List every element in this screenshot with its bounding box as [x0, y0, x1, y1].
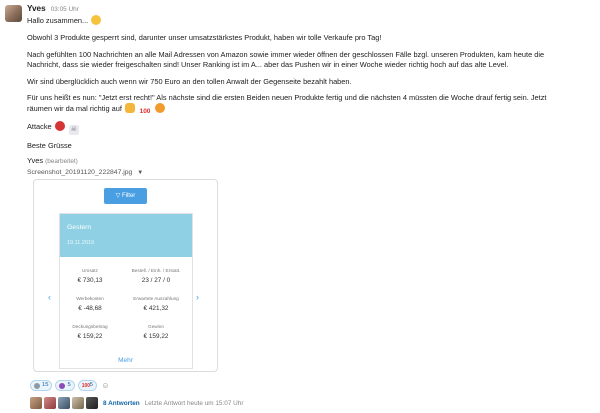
stat-label: Deckungsbeitrag — [72, 324, 108, 329]
card-date: 19.11.2019 — [67, 240, 95, 246]
stat-label: Erwartete Auszahlung — [133, 296, 179, 301]
paragraph-2: Nach gefühlten 100 Nachrichten an alle M… — [27, 50, 595, 70]
chevron-right-icon: › — [196, 292, 199, 302]
stats-card: Gestern 19.11.2019 Umsatz € 730,13 Beste… — [59, 213, 193, 369]
stat-value: € 421,32 — [143, 305, 169, 312]
add-reaction-icon[interactable]: ☺ — [100, 380, 111, 391]
reply-avatar — [72, 397, 84, 409]
muscle-emoji-icon — [124, 103, 135, 113]
message-timestamp[interactable]: 03:05 Uhr — [51, 6, 79, 13]
stat-value: € -48,68 — [78, 305, 102, 312]
paragraph-4-line-2: räumen wir da mal richtig auf 100 — [27, 103, 595, 117]
smile-emoji-icon — [91, 15, 102, 25]
chevron-left-icon: ‹ — [48, 292, 51, 302]
paragraph-4-line-1: Für uns heißt es nun: "Jetzt erst recht!… — [27, 93, 547, 102]
thread-summary[interactable]: 8 Antworten Letzte Antwort heute um 15:0… — [30, 397, 243, 409]
replies-link[interactable]: 8 Antworten — [103, 400, 140, 407]
attachment-row[interactable]: Screenshot_20191120_222847.jpg ▼ — [27, 168, 595, 177]
filter-button: ▽ Filter — [104, 188, 147, 204]
hundred-emoji-icon: 100 — [139, 108, 151, 115]
paragraph-1: Obwohl 3 Produkte gesperrt sind, darunte… — [27, 33, 382, 42]
caret-down-icon[interactable]: ▼ — [137, 170, 143, 176]
reaction-count: 15 — [42, 382, 49, 388]
author-name[interactable]: Yves — [27, 4, 46, 13]
greeting-text: Hallo zusammen... — [27, 16, 89, 25]
reaction-count: 5 — [67, 382, 71, 388]
signature-line: Yves (bearbeitet) — [27, 156, 595, 167]
reaction-devil[interactable]: 5 — [55, 380, 75, 391]
stat-label: Umsatz — [82, 268, 98, 273]
paragraph-2-line-1: Nach gefühlten 100 Nachrichten an alle M… — [27, 50, 545, 59]
paragraph-4: Für uns heißt es nun: "Jetzt erst recht!… — [27, 93, 595, 117]
stat-value: € 159,22 — [77, 333, 103, 340]
attachment-filename[interactable]: Screenshot_20191120_222847.jpg — [27, 169, 132, 176]
author-avatar[interactable] — [5, 5, 22, 22]
hundred-icon: 100 — [81, 382, 91, 389]
stat-label: Bestell. / Einh. / Erstatt. — [131, 268, 181, 273]
attacke-text: Attacke — [27, 122, 52, 131]
skull-emoji-icon: ☠ — [68, 125, 79, 135]
paragraph-3: Wir sind überglücklich auch wenn wir 750… — [27, 77, 352, 86]
stat-value: € 159,22 — [143, 333, 169, 340]
stat-label: Gewinn — [148, 324, 164, 329]
edited-label: (bearbeitet) — [45, 158, 78, 165]
filter-icon: ▽ — [115, 193, 121, 199]
message-body: Yves 03:05 Uhr Hallo zusammen... Obwohl … — [27, 4, 595, 177]
closing-line: Beste Grüsse — [27, 141, 72, 150]
devil-icon — [59, 382, 66, 389]
reply-avatar — [86, 397, 98, 409]
greeting-line: Hallo zusammen... — [27, 15, 595, 26]
reaction-hundred[interactable]: 100 5 — [77, 380, 97, 391]
rocket-icon — [34, 382, 40, 389]
reply-avatar — [58, 397, 70, 409]
more-link: Mehr — [118, 357, 133, 364]
last-reply-text: Letzte Antwort heute um 15:07 Uhr — [144, 399, 244, 407]
reply-avatar — [30, 397, 42, 409]
angry-devil-emoji-icon — [54, 121, 65, 131]
card-title: Gestern — [67, 224, 92, 231]
message-header: Yves 03:05 Uhr — [27, 4, 595, 14]
stats-card-header: Gestern 19.11.2019 — [60, 214, 192, 257]
reply-avatar — [44, 397, 56, 409]
attacke-line: Attacke ☠ — [27, 121, 595, 135]
reaction-count: 5 — [89, 382, 93, 388]
reactions-bar: 15 5 100 5 ☺ — [30, 380, 111, 391]
paragraph-4-line-2-text: räumen wir da mal richtig auf — [27, 104, 122, 113]
stat-label: Werbekosten — [76, 296, 104, 301]
angry-face-emoji-icon — [155, 103, 166, 113]
paragraph-2-line-2: Nachricht, dass sie wieder freigeschalte… — [27, 60, 509, 69]
attachment-image[interactable]: ▽ Filter ‹ › Gestern 19.11.2019 Umsatz €… — [33, 179, 218, 372]
signature-text: Yves — [27, 156, 44, 165]
reaction-rocket[interactable]: 15 — [30, 380, 53, 391]
filter-label: Filter — [121, 193, 136, 199]
stat-value: 23 / 27 / 0 — [141, 277, 171, 284]
stat-value: € 730,13 — [77, 277, 103, 284]
